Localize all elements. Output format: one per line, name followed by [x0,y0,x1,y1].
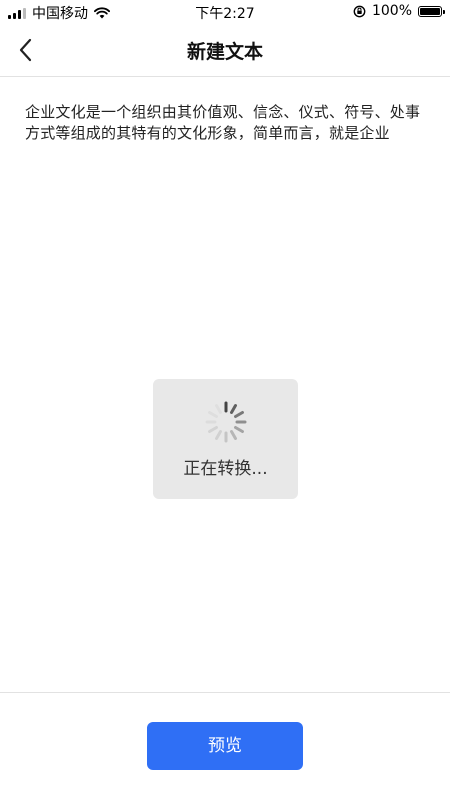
loading-label: 正在转换... [183,459,268,479]
nav-bar: 新建文本 [0,24,450,77]
preview-button[interactable]: 预览 [147,722,303,770]
status-bar-right: 100% [353,3,445,19]
spinner-icon [205,401,247,443]
status-bar: 中国移动 下午2:27 100% [0,0,450,24]
orientation-lock-icon [353,5,366,17]
page-title: 新建文本 [186,41,263,63]
screen: 中国移动 下午2:27 100% 新建文本 企业文化是一个组织由其价值观、信念、… [0,0,450,800]
loading-toast: 正在转换... [153,379,298,499]
document-text[interactable]: 企业文化是一个组织由其价值观、信念、仪式、符号、处事方式等组成的其特有的文化形象… [25,102,425,144]
bottom-divider [0,692,450,693]
battery-percent: 100% [371,3,412,19]
battery-icon [418,5,445,17]
